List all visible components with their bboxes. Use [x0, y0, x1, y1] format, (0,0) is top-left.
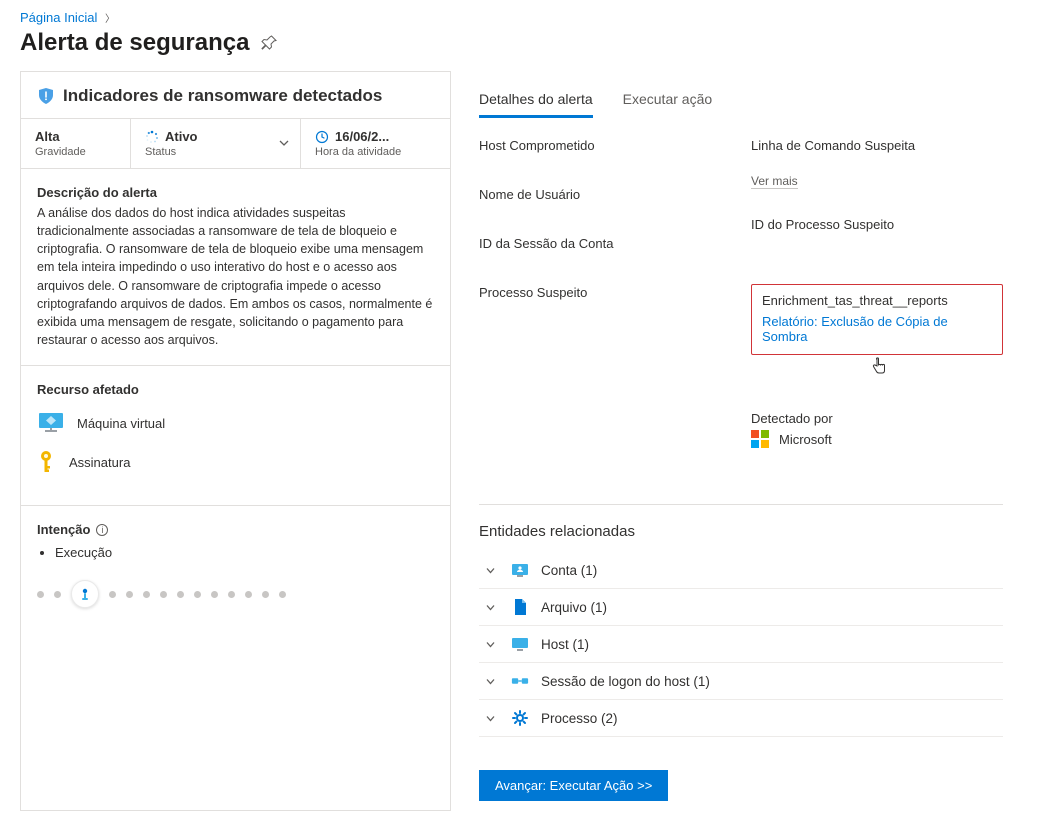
entity-list: Conta (1) Arquivo (1) Host (1) Sessão de…	[479, 552, 1003, 737]
left-panel: Indicadores de ransomware detectados Alt…	[20, 71, 450, 811]
entity-account[interactable]: Conta (1)	[479, 552, 1003, 589]
intent-item: Execução	[55, 545, 434, 560]
chevron-down-icon[interactable]	[278, 137, 290, 149]
detail-session: ID da Sessão da Conta	[479, 236, 731, 251]
vm-icon	[37, 411, 65, 435]
affected-subscription-label: Assinatura	[69, 455, 130, 470]
affected-vm-label: Máquina virtual	[77, 416, 165, 431]
tab-take-action[interactable]: Executar ação	[623, 91, 713, 118]
detail-cmdline: Linha de Comando Suspeita	[751, 138, 1003, 153]
session-icon	[511, 672, 529, 690]
description-title: Descrição do alerta	[37, 185, 434, 200]
detail-username: Nome de Usuário	[479, 187, 731, 202]
intent-timeline	[37, 580, 434, 618]
description-text: A análise dos dados do host indica ativi…	[37, 204, 434, 349]
detail-host: Host Comprometido	[479, 138, 731, 153]
time-label: Hora da atividade	[315, 146, 436, 158]
entity-label: Sessão de logon do host (1)	[541, 674, 710, 689]
status-cell[interactable]: Ativo Status	[131, 119, 301, 168]
severity-cell: Alta Gravidade	[21, 119, 131, 168]
entity-label: Processo (2)	[541, 711, 618, 726]
chevron-down-icon	[485, 565, 499, 576]
spinner-icon	[145, 130, 159, 144]
status-label: Status	[145, 146, 286, 158]
timeline-active-icon	[71, 580, 99, 608]
detail-pid: ID do Processo Suspeito	[751, 217, 1003, 232]
status-value: Ativo	[165, 129, 198, 144]
info-icon[interactable]: i	[96, 524, 108, 536]
enrichment-label: Enrichment_tas_threat__reports	[762, 293, 992, 308]
entities-title: Entidades relacionadas	[479, 523, 1003, 540]
chevron-down-icon	[485, 602, 499, 613]
affected-title: Recurso afetado	[37, 382, 434, 397]
gear-icon	[511, 709, 529, 727]
shield-icon	[37, 87, 55, 105]
file-icon	[511, 598, 529, 616]
chevron-down-icon	[485, 713, 499, 724]
affected-subscription[interactable]: Assinatura	[37, 449, 434, 475]
alert-title: Indicadores de ransomware detectados	[63, 86, 382, 106]
intent-section: Intenção i Execução	[21, 506, 450, 634]
breadcrumb: Página Inicial 〉	[20, 10, 1031, 25]
chevron-down-icon	[485, 676, 499, 687]
chevron-right-icon: 〉	[105, 14, 115, 25]
breadcrumb-home-link[interactable]: Página Inicial	[20, 10, 97, 25]
ver-mais-link[interactable]: Ver mais	[751, 174, 798, 189]
severity-value: Alta	[35, 129, 116, 144]
clock-icon	[315, 130, 329, 144]
affected-vm[interactable]: Máquina virtual	[37, 411, 434, 435]
entity-session[interactable]: Sessão de logon do host (1)	[479, 663, 1003, 700]
detail-process: Processo Suspeito	[479, 285, 731, 300]
detected-by-value: Microsoft	[779, 432, 832, 447]
page-title: Alerta de segurança	[20, 29, 249, 57]
next-execute-action-button[interactable]: Avançar: Executar Ação >>	[479, 770, 668, 801]
microsoft-logo-icon	[751, 430, 769, 448]
description-section: Descrição do alerta A análise dos dados …	[21, 169, 450, 366]
status-grid: Alta Gravidade	[21, 119, 450, 169]
enrichment-report-link[interactable]: Relatório: Exclusão de Cópia de Sombra	[762, 314, 992, 344]
entity-file[interactable]: Arquivo (1)	[479, 589, 1003, 626]
detected-by-label: Detectado por	[751, 411, 1003, 426]
activity-time-cell: 16/06/2... Hora da atividade	[301, 119, 450, 168]
account-icon	[511, 561, 529, 579]
entity-label: Arquivo (1)	[541, 600, 607, 615]
cursor-hand-icon	[871, 357, 1051, 375]
severity-label: Gravidade	[35, 146, 116, 158]
time-value: 16/06/2...	[335, 129, 389, 144]
host-icon	[511, 635, 529, 653]
key-icon	[37, 449, 57, 475]
entity-host[interactable]: Host (1)	[479, 626, 1003, 663]
entity-label: Conta (1)	[541, 563, 597, 578]
entity-process[interactable]: Processo (2)	[479, 700, 1003, 737]
tabs: Detalhes do alerta Executar ação	[479, 91, 1003, 118]
affected-resource-section: Recurso afetado Máquina virtual	[21, 366, 450, 506]
right-panel: Detalhes do alerta Executar ação Host Co…	[450, 71, 1031, 811]
entity-label: Host (1)	[541, 637, 589, 652]
chevron-down-icon	[485, 639, 499, 650]
intent-title: Intenção	[37, 522, 90, 537]
enrichment-box: Enrichment_tas_threat__reports Relatório…	[751, 284, 1003, 355]
tab-alert-details[interactable]: Detalhes do alerta	[479, 91, 593, 118]
pin-icon[interactable]	[261, 35, 277, 51]
